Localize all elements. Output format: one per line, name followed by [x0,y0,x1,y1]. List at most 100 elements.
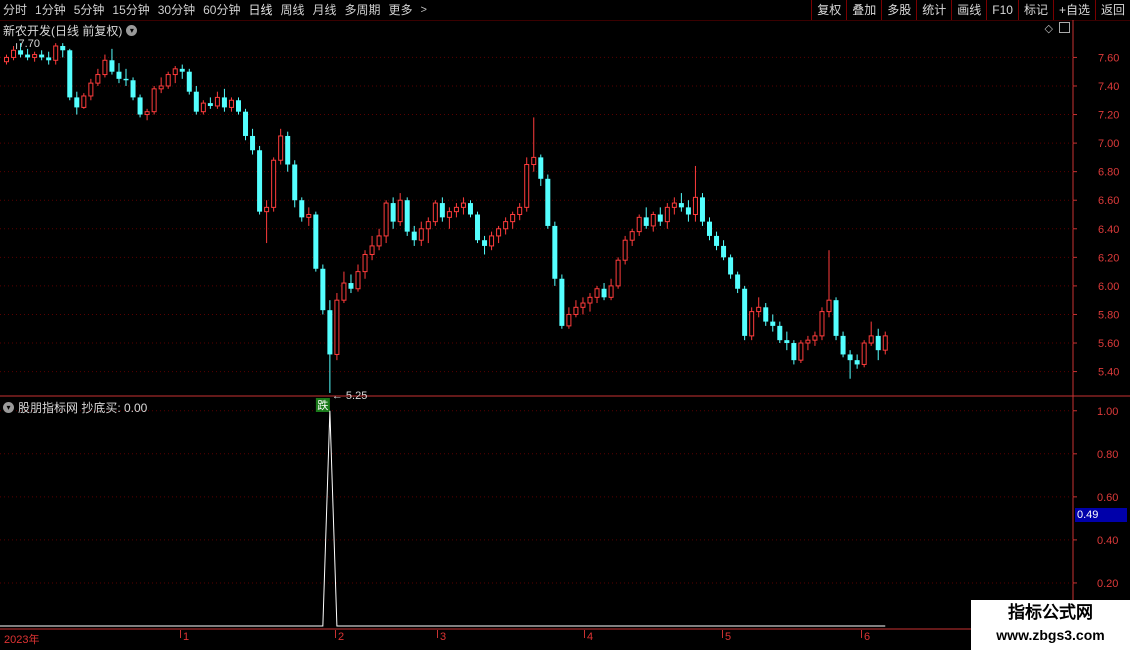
candle-body [432,202,438,223]
candle-body [545,178,551,226]
toolbar-button[interactable]: 返回 [1094,0,1130,20]
date-tick-label: 2 [338,631,345,643]
period-tab[interactable]: 5分钟 [70,0,109,20]
price-tick-label: 5.40 [1098,367,1119,379]
chevron-down-icon[interactable]: ▾ [126,25,138,36]
period-tab[interactable]: 1分钟 [31,0,70,20]
candle-body [678,203,684,208]
candle-body [109,60,115,72]
price-tick-label: 5.60 [1098,338,1119,350]
candle-body [250,135,256,151]
candle-body [833,300,839,336]
candle-body [88,82,94,97]
candle-body [657,214,663,222]
candle-body [566,313,572,327]
toolbar-button[interactable]: 统计 [916,0,951,20]
candle-body [692,196,698,215]
period-tab[interactable]: 日线 [244,0,276,20]
current-value-badge: 0.49 [1075,508,1127,522]
price-tick-label: 7.00 [1098,138,1119,150]
candle-body [137,97,143,115]
candle-body [475,214,481,241]
indicator-tick-label: 0.20 [1097,578,1118,590]
toolbar-button[interactable]: F10 [986,0,1018,20]
candle-body [123,78,129,81]
period-tab[interactable]: 周线 [276,0,308,20]
toolbar-button[interactable]: 多股 [881,0,916,20]
candle-body [334,299,340,355]
candle-body [193,91,199,112]
candle-body [228,99,234,108]
candle-body [81,95,87,108]
toolbar-button[interactable]: 画线 [951,0,986,20]
candle-body [770,321,776,326]
candle-body [517,206,523,216]
chevron-down-icon[interactable]: ▾ [3,402,14,413]
date-tick [861,630,862,638]
panel-toggle-icon[interactable] [1059,22,1070,33]
candle-body [221,97,227,108]
period-tab[interactable]: 分时 [0,0,31,20]
chevron-right-icon[interactable]: > [417,0,431,20]
period-tab[interactable]: 30分钟 [154,0,199,20]
period-tab[interactable]: 多周期 [341,0,385,20]
candle-body [742,288,748,336]
date-tick [335,630,336,638]
watermark-title: 指标公式网 [1008,603,1093,622]
candle-body [756,306,762,313]
candle-body [784,340,790,344]
candle-body [608,285,614,298]
indicator-series-line [0,410,886,627]
candle-body [411,231,417,241]
candle-body [53,45,59,61]
candle-body [25,54,31,58]
candle-body [11,49,17,58]
period-tab[interactable]: 60分钟 [199,0,244,20]
candle-body [278,135,284,161]
candle-body [538,157,544,179]
candle-body [158,85,164,90]
toolbar-button[interactable]: 叠加 [846,0,881,20]
candle-body [32,54,38,58]
date-axis: 2023年 1 2 3 4 5 6 [0,630,970,650]
period-tab[interactable]: 15分钟 [108,0,153,20]
candle-body [397,199,403,223]
toolbar-button[interactable]: 复权 [811,0,846,20]
watermark-url: www.zbgs3.com [996,627,1105,643]
candle-body [4,56,9,63]
period-tab[interactable]: 更多 [385,0,417,20]
date-tick [180,630,181,638]
price-tick-label: 7.20 [1098,110,1119,122]
candle-body [615,259,621,287]
diamond-icon[interactable]: ◇ [1045,22,1053,35]
toolbar-button[interactable]: +自选 [1052,0,1095,20]
candle-body [18,50,24,55]
toolbar-button[interactable]: 标记 [1017,0,1053,20]
candle-body [200,102,206,113]
candle-body [467,203,473,215]
stock-name-label: 新农开发(日线 前复权) [3,24,123,38]
kline-chart[interactable]: 7.60 7.40 7.20 7.00 6.80 6.60 6.40 6.20 6.00 5.80… [0,0,1130,650]
indicator-tick-label: 1.00 [1097,406,1118,418]
candle-body [327,310,333,355]
period-tab[interactable]: 月线 [309,0,341,20]
candle-body [116,71,122,79]
candle-body [151,88,157,113]
candle-body [348,283,354,289]
candle-body [749,311,755,337]
candle-body [763,307,769,322]
candle-body [664,206,670,223]
period-toolbar: 分时 1分钟 5分钟 15分钟 30分钟 60分钟 日线 周线 月线 多周期 更多 > 复权 叠加 多股统… [0,0,1130,21]
candle-body [587,296,593,304]
candle-body [552,225,558,279]
candle-body [67,50,73,98]
price-tick-label: 6.60 [1098,195,1119,207]
candle-body [425,221,431,230]
candle-body [179,68,185,72]
candle-body [186,71,192,92]
candle-body [243,111,249,136]
low-price-label: ← 5.25 [332,390,367,402]
candle-body [791,343,797,361]
candle-body [728,257,734,275]
candle-body [636,216,642,233]
